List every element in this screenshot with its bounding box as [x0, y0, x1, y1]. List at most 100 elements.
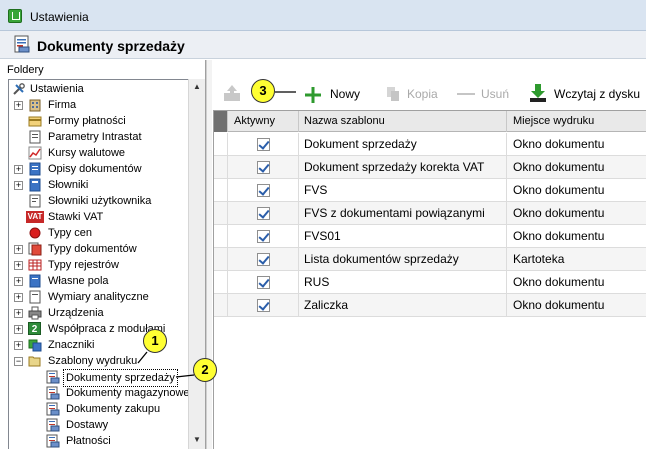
- row-selector[interactable]: [214, 133, 228, 156]
- scroll-up-arrow-icon[interactable]: ▲: [189, 79, 205, 95]
- window-titlebar: Ustawienia: [0, 0, 646, 31]
- row-selector[interactable]: [214, 225, 228, 248]
- active-checkbox[interactable]: [257, 207, 270, 220]
- active-checkbox[interactable]: [257, 230, 270, 243]
- payment-icon: [28, 116, 42, 127]
- cell-miejsce: Okno dokumentu: [513, 183, 605, 197]
- table-row[interactable]: Zaliczka Okno dokumentu: [214, 294, 646, 317]
- expand-icon[interactable]: +: [14, 101, 23, 110]
- expand-icon[interactable]: +: [14, 245, 23, 254]
- row-selector[interactable]: [214, 294, 228, 317]
- table-row[interactable]: Dokument sprzedaży Okno dokumentu: [214, 133, 646, 156]
- collapse-icon[interactable]: −: [14, 357, 23, 366]
- tree-item-label: Własne pola: [48, 275, 109, 287]
- row-selector[interactable]: [214, 248, 228, 271]
- expand-icon[interactable]: +: [14, 341, 23, 350]
- tree-item-label: Dokumenty magazynowe: [66, 387, 190, 399]
- copy-icon: [387, 87, 399, 101]
- vat-icon: VAT: [26, 211, 44, 223]
- plus-icon: [305, 87, 321, 103]
- tree-item-label: Typy dokumentów: [48, 243, 137, 255]
- tree-item-label: Dokumenty zakupu: [66, 403, 161, 415]
- printer-icon: [28, 306, 42, 320]
- expand-icon[interactable]: +: [14, 181, 23, 190]
- print-template-icon: [14, 35, 30, 53]
- pane-splitter[interactable]: [206, 60, 212, 449]
- page-header: Dokumenty sprzedaży: [0, 31, 646, 59]
- tree-item-label: Formy płatności: [48, 115, 126, 127]
- active-checkbox[interactable]: [257, 299, 270, 312]
- cell-aktywny: [228, 225, 299, 248]
- cell-aktywny: [228, 248, 299, 271]
- expand-icon[interactable]: +: [14, 261, 23, 270]
- table-row[interactable]: Lista dokumentów sprzedaży Kartoteka: [214, 248, 646, 271]
- cell-aktywny: [228, 156, 299, 179]
- cell-miejsce: Okno dokumentu: [513, 160, 605, 174]
- print-template-icon: [46, 434, 60, 448]
- active-checkbox[interactable]: [257, 138, 270, 151]
- registers-icon: [28, 259, 42, 271]
- column-header-nazwa[interactable]: Nazwa szablonu: [299, 111, 507, 132]
- active-checkbox[interactable]: [257, 161, 270, 174]
- tree-item-label: Słowniki: [48, 179, 89, 191]
- expand-icon[interactable]: +: [14, 309, 23, 318]
- tree-scrollbar[interactable]: ▲ ▼: [188, 79, 205, 449]
- tree-item-label: Firma: [48, 99, 77, 111]
- expand-icon[interactable]: +: [14, 293, 23, 302]
- scroll-down-arrow-icon[interactable]: ▼: [189, 432, 205, 448]
- column-header-miejsce[interactable]: Miejsce wydruku: [507, 111, 646, 132]
- intrastat-icon: [29, 130, 41, 144]
- window-title: Ustawienia: [30, 10, 89, 24]
- cell-nazwa: FVS01: [299, 225, 507, 248]
- new-button-label: Nowy: [330, 87, 361, 101]
- row-selector[interactable]: [214, 202, 228, 225]
- expand-icon[interactable]: +: [14, 325, 23, 334]
- print-template-icon: [46, 370, 60, 384]
- table-row[interactable]: RUS Okno dokumentu: [214, 271, 646, 294]
- tree-item-label: Dostawy: [66, 419, 109, 431]
- app-icon: [8, 9, 22, 23]
- callout-2: 2: [193, 358, 217, 382]
- active-checkbox[interactable]: [257, 184, 270, 197]
- cell-nazwa: Zaliczka: [299, 294, 507, 317]
- expand-icon[interactable]: +: [14, 165, 23, 174]
- cell-nazwa: Dokument sprzedaży korekta VAT: [299, 156, 507, 179]
- tree-item-label: Szablony wydruku: [48, 355, 138, 367]
- templates-table: Aktywny Nazwa szablonu Miejsce wydruku D…: [213, 110, 646, 449]
- print-template-icon: [46, 402, 60, 416]
- table-row[interactable]: FVS Okno dokumentu: [214, 179, 646, 202]
- cell-aktywny: [228, 202, 299, 225]
- tree-item-label: Stawki VAT: [48, 211, 104, 223]
- export-icon: [224, 85, 240, 101]
- row-selector[interactable]: [214, 179, 228, 202]
- cell-nazwa: FVS z dokumentami powiązanymi: [299, 202, 507, 225]
- folder-tree[interactable]: Ustawienia + Firma Formy płatności Param…: [8, 79, 194, 449]
- cell-nazwa: Lista dokumentów sprzedaży: [299, 248, 507, 271]
- document-types-icon: [28, 242, 42, 256]
- tree-item-label: Kursy walutowe: [48, 147, 126, 159]
- download-icon: [530, 84, 546, 102]
- dimensions-icon: [29, 290, 41, 304]
- tools-icon: [13, 83, 25, 95]
- folders-label: Foldery: [7, 64, 44, 76]
- cell-miejsce: Okno dokumentu: [513, 137, 605, 151]
- user-dictionary-icon: [29, 194, 41, 208]
- tree-item-label: Typy cen: [48, 227, 93, 239]
- table-row[interactable]: FVS z dokumentami powiązanymi Okno dokume…: [214, 202, 646, 225]
- cell-miejsce: Okno dokumentu: [513, 275, 605, 289]
- red-dot-icon: [29, 227, 41, 239]
- tags-icon: [28, 339, 42, 352]
- cell-aktywny: [228, 294, 299, 317]
- active-checkbox[interactable]: [257, 276, 270, 289]
- tree-item-label: Typy rejestrów: [48, 259, 119, 271]
- active-checkbox[interactable]: [257, 253, 270, 266]
- table-row[interactable]: FVS01 Okno dokumentu: [214, 225, 646, 248]
- column-header-aktywny[interactable]: Aktywny: [228, 111, 299, 132]
- table-row[interactable]: Dokument sprzedaży korekta VAT Okno dokum…: [214, 156, 646, 179]
- expand-icon[interactable]: +: [14, 277, 23, 286]
- cell-miejsce: Kartoteka: [513, 252, 565, 266]
- row-selector[interactable]: [214, 271, 228, 294]
- print-template-icon: [46, 418, 60, 432]
- row-selector[interactable]: [214, 156, 228, 179]
- tree-item-label: Parametry Intrastat: [48, 131, 142, 143]
